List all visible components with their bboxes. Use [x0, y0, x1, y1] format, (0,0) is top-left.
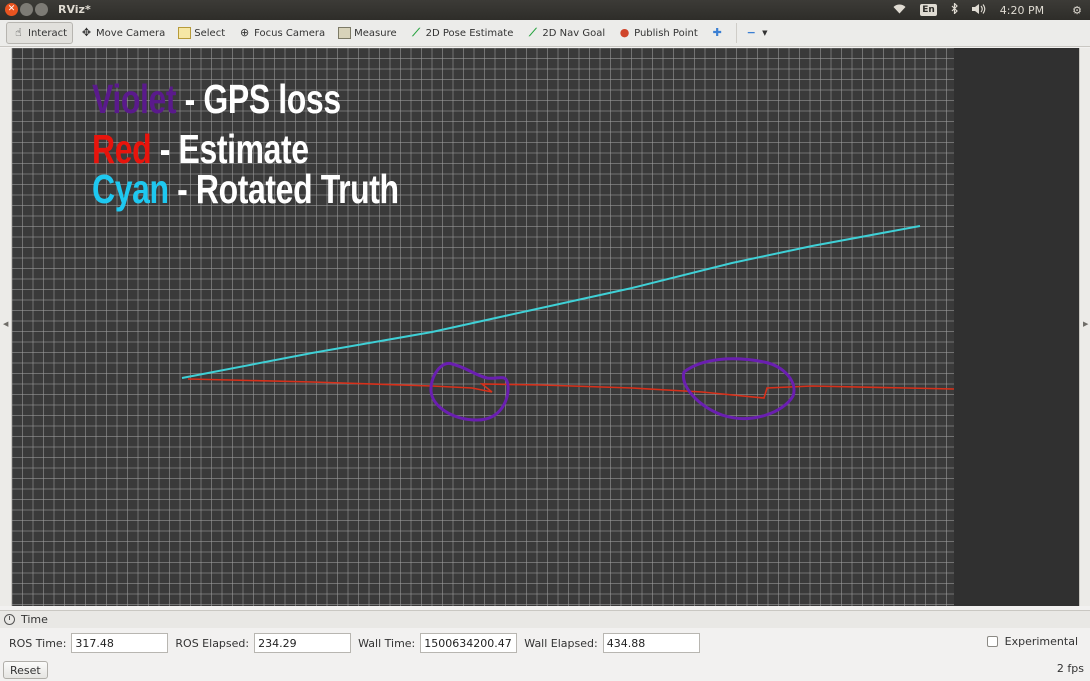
reset-button[interactable]: Reset [3, 661, 48, 679]
tool-2d-nav-goal-label: 2D Nav Goal [542, 27, 606, 39]
experimental-checkbox[interactable] [986, 636, 998, 647]
volume-icon[interactable] [971, 3, 986, 17]
time-panel-header: Time [0, 610, 1090, 628]
tool-2d-nav-goal[interactable]: ⟋ 2D Nav Goal [520, 22, 611, 44]
language-indicator[interactable]: En [920, 4, 937, 16]
close-icon[interactable]: ✕ [5, 3, 18, 16]
clock[interactable]: 4:20 PM [1000, 4, 1044, 17]
tool-toolbar: ☝ Interact ✥ Move Camera Select ⊕ Focus … [0, 20, 1090, 47]
select-box-icon [178, 27, 192, 39]
tool-select-label: Select [194, 27, 226, 39]
add-tool-button[interactable]: ✚ [705, 22, 733, 44]
rviz-window: ✕ RViz* En 4:20 PM ⚙ ☝ Interact ✥ Move C [0, 0, 1090, 681]
legend-violet: Violet - GPS loss [92, 76, 341, 123]
clock-icon [4, 614, 15, 625]
tool-2d-pose-estimate-label: 2D Pose Estimate [425, 27, 514, 39]
time-panel: ROS Time: ROS Elapsed: Wall Time: Wall E… [0, 630, 1090, 656]
green-arrow-icon: ⟋ [529, 26, 537, 39]
tool-interact[interactable]: ☝ Interact [6, 22, 74, 44]
tool-focus-camera-label: Focus Camera [254, 27, 326, 39]
wall-time-label: Wall Time: [358, 636, 416, 650]
hand-icon: ☝ [15, 26, 22, 39]
right-panel-splitter[interactable]: ▶ [1079, 48, 1090, 606]
tool-move-camera-label: Move Camera [96, 27, 166, 39]
tool-select[interactable]: Select [172, 22, 231, 44]
tool-move-camera[interactable]: ✥ Move Camera [74, 22, 171, 44]
tool-interact-label: Interact [28, 27, 68, 39]
wall-elapsed-field[interactable] [602, 633, 700, 653]
chevron-left-icon[interactable]: ◀ [3, 320, 8, 328]
ros-elapsed-label: ROS Elapsed: [175, 636, 250, 650]
minimize-icon[interactable] [20, 3, 33, 16]
legend-description: - Rotated Truth [177, 166, 399, 212]
wifi-icon[interactable] [893, 4, 906, 17]
tool-2d-pose-estimate[interactable]: ⟋ 2D Pose Estimate [404, 22, 520, 44]
remove-tool-button[interactable]: − ▼ [739, 22, 778, 44]
experimental-label: Experimental [1004, 635, 1078, 648]
red-pin-icon: ● [619, 26, 630, 39]
green-arrow-icon: ⟋ [412, 26, 420, 39]
ros-time-field[interactable] [71, 633, 169, 653]
focus-camera-icon: ⊕ [240, 26, 250, 39]
status-bar: Reset 2 fps [0, 659, 1090, 681]
legend-description: - GPS loss [184, 76, 341, 122]
bluetooth-icon[interactable] [951, 2, 958, 17]
legend-cyan: Cyan - Rotated Truth [92, 166, 399, 213]
chevron-right-icon[interactable]: ▶ [1083, 320, 1088, 328]
wall-time-field[interactable] [420, 633, 518, 653]
maximize-icon[interactable] [35, 3, 48, 16]
minus-icon: − [746, 26, 756, 39]
ros-elapsed-field[interactable] [254, 633, 352, 653]
system-tray: En 4:20 PM ⚙ [893, 0, 1090, 20]
legend-color-word: Cyan [92, 166, 169, 212]
toolbar-separator [735, 23, 737, 43]
window-title: RViz* [58, 3, 91, 16]
render-viewport[interactable]: Violet - GPS loss Red - Estimate Cyan - … [12, 48, 1079, 606]
ruler-icon [338, 27, 352, 39]
title-bar: ✕ RViz* En 4:20 PM ⚙ [0, 0, 1090, 20]
tool-measure[interactable]: Measure [332, 22, 403, 44]
ros-time-label: ROS Time: [9, 636, 67, 650]
wall-elapsed-label: Wall Elapsed: [524, 636, 598, 650]
tool-publish-point-label: Publish Point [634, 27, 698, 39]
time-panel-title: Time [21, 613, 48, 626]
plus-icon: ✚ [712, 26, 722, 39]
legend-color-word: Violet [92, 76, 177, 122]
left-panel-splitter[interactable]: ◀ [0, 48, 12, 606]
fps-counter: 2 fps [1056, 662, 1084, 675]
tool-focus-camera[interactable]: ⊕ Focus Camera [232, 22, 331, 44]
experimental-toggle[interactable]: Experimental [986, 635, 1078, 648]
move-camera-icon: ✥ [81, 26, 92, 39]
settings-gear-icon[interactable]: ⚙ [1072, 4, 1082, 17]
tool-publish-point[interactable]: ● Publish Point [612, 22, 704, 44]
chevron-down-icon: ▼ [762, 29, 768, 37]
tool-measure-label: Measure [354, 27, 397, 39]
